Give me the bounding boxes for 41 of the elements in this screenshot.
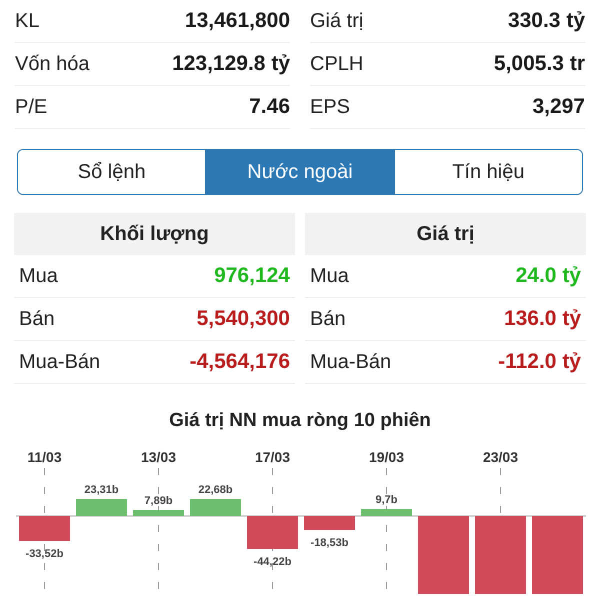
stat-value: 3,297 (532, 95, 585, 119)
stat-value: 5,005.3 tr (494, 52, 585, 76)
bar-value-label: 23,31b (84, 484, 119, 496)
date-label: 19/03 (368, 449, 404, 465)
row-value: -112.0 tỷ (498, 350, 581, 374)
stat-value: 123,129.8 tỷ (172, 52, 290, 76)
tab[interactable]: Tín hiệu (394, 150, 582, 194)
row-label: Mua (310, 264, 349, 288)
date-label: 13/03 (140, 449, 176, 465)
stat-value: 13,461,800 (184, 9, 290, 33)
tab[interactable]: Nước ngoài (205, 150, 394, 194)
bar-value-label: 7,89b (144, 495, 173, 507)
chart-title: Giá trị NN mua ròng 10 phiên (168, 410, 432, 432)
date-label: 11/03 (27, 449, 62, 465)
date-label: 17/03 (254, 449, 290, 465)
stat-label: Vốn hóa (15, 52, 90, 76)
date-label: 23/03 (482, 449, 518, 465)
column-header: Khối lượng (14, 213, 295, 255)
bar-value-label: 22,68b (198, 484, 233, 496)
row-label: Bán (310, 308, 346, 330)
stat-label: CPLH (310, 52, 364, 76)
row-label: Bán (19, 308, 55, 330)
row-value: 24.0 tỷ (516, 264, 581, 288)
bar-value-label: -18,53b (310, 537, 348, 549)
stat-value: 7.46 (249, 95, 290, 119)
stat-label: P/E (15, 96, 48, 118)
row-label: Mua (19, 264, 58, 288)
row-value: 976,124 (214, 264, 290, 288)
row-value: -4,564,176 (190, 350, 290, 374)
stat-label: Giá trị (310, 10, 364, 32)
row-label: Mua-Bán (310, 350, 392, 374)
row-value: 5,540,300 (196, 307, 290, 331)
row-value: 136.0 tỷ (504, 307, 581, 331)
row-label: Mua-Bán (19, 350, 100, 374)
bar-value-label: -33,52b (26, 548, 64, 560)
bar-value-label: 9,7b (376, 494, 398, 506)
bar-value-label: -44,22b (254, 556, 292, 568)
stat-label: KL (15, 10, 40, 32)
stat-value: 330.3 tỷ (508, 9, 585, 33)
column-header: Giá trị (305, 213, 586, 255)
stat-label: EPS (310, 96, 350, 118)
